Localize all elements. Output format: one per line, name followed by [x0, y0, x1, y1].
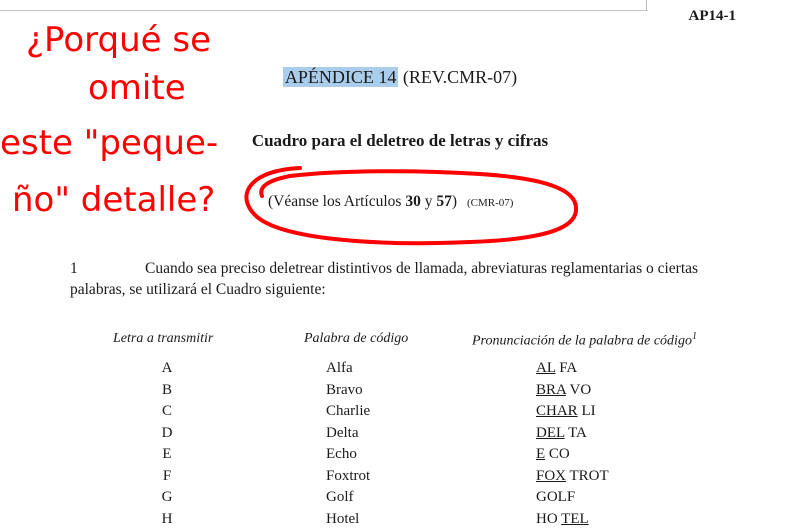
annotation-line-2: omite [88, 66, 186, 111]
circle-stroke [246, 168, 576, 243]
annotation-line-3: este "peque- [0, 121, 218, 166]
annotation-line-4: ño" detalle? [12, 178, 215, 223]
annotation-line-1: ¿Porqué se [26, 18, 211, 63]
